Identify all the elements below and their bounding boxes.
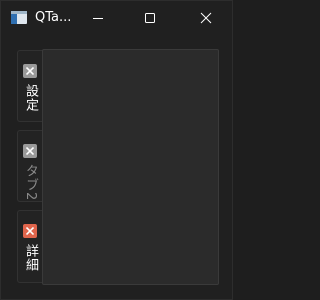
maximize-icon [145,13,155,23]
title-bar[interactable]: QTa... [1,1,234,35]
maximize-button[interactable] [127,1,173,35]
app-icon [11,11,27,24]
tab-close-button[interactable] [23,144,37,158]
close-button[interactable] [183,1,229,35]
minimize-button[interactable] [75,1,121,35]
app-window: QTa... 設定 タブ2 詳細 [0,0,233,300]
window-title: QTa... [35,10,72,25]
close-icon [26,227,34,235]
tab-close-button[interactable] [23,224,37,238]
tab-tab2[interactable]: タブ2 [17,130,43,202]
close-icon [200,12,212,24]
tab-close-button[interactable] [23,64,37,78]
close-icon [26,147,34,155]
tab-content-panel [42,49,219,285]
tab-label: 設定 [23,84,38,112]
tab-label: タブ2 [23,164,38,202]
minimize-icon [93,18,103,19]
close-icon [26,67,34,75]
tab-settings[interactable]: 設定 [17,50,43,122]
tab-label: 詳細 [23,244,38,272]
tab-details[interactable]: 詳細 [17,210,43,283]
